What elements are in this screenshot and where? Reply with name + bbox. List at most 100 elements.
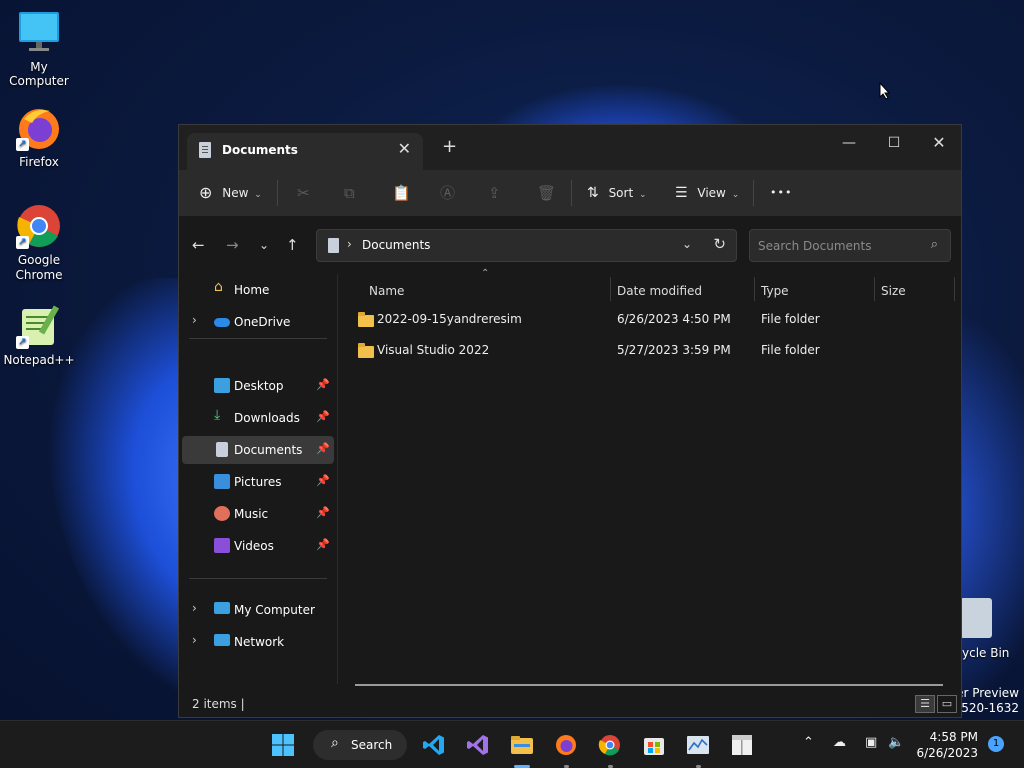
table-row[interactable]: Visual Studio 2022 5/27/2023 3:59 PM Fil… [355, 336, 955, 364]
column-divider[interactable] [954, 277, 955, 301]
new-tab-button[interactable]: + [442, 136, 457, 157]
search-input[interactable] [750, 230, 920, 261]
tab-documents[interactable]: Documents ✕ [187, 133, 423, 170]
forward-arrow-icon[interactable]: → [226, 236, 239, 254]
sidebar-item-downloads[interactable]: ⤓ Downloads 📌 [182, 404, 334, 432]
search-icon: ⌕ [331, 735, 339, 751]
search-box[interactable]: ⌕ [749, 229, 951, 262]
microsoft-store-icon[interactable] [642, 733, 666, 757]
close-window-button[interactable]: ✕ [916, 129, 962, 157]
sidebar-item-videos[interactable]: Videos 📌 [182, 532, 334, 560]
more-options-icon[interactable]: ••• [770, 170, 792, 216]
desktop-icon [214, 378, 230, 393]
address-bar[interactable]: › Documents ⌄ ↻ [316, 229, 737, 262]
desktop-icon-firefox[interactable]: ↗ Firefox [0, 105, 79, 169]
taskbar-search[interactable]: ⌕ Search [313, 730, 407, 760]
pin-icon[interactable]: 📌 [316, 442, 330, 455]
desktop-icon-my-computer[interactable]: My Computer [0, 10, 79, 88]
recent-locations-chevron-icon[interactable]: ⌄ [259, 238, 269, 252]
column-divider[interactable] [610, 277, 611, 301]
chevron-down-icon: ⌄ [639, 190, 647, 200]
close-tab-icon[interactable]: ✕ [398, 139, 411, 158]
folder-icon [358, 312, 374, 327]
pin-icon[interactable]: 📌 [316, 474, 330, 487]
cloud-offline-icon[interactable]: ☁ [833, 735, 846, 750]
notepadpp-icon: ↗ [16, 303, 62, 349]
sidebar-item-music[interactable]: Music 📌 [182, 500, 334, 528]
column-header-size[interactable]: Size [881, 279, 906, 303]
desktop-icon-chrome[interactable]: ↗ Google Chrome [0, 203, 79, 283]
address-dropdown-icon[interactable]: ⌄ [682, 237, 692, 251]
window-app-icon[interactable] [730, 733, 754, 757]
sidebar-item-onedrive[interactable]: › OneDrive [182, 308, 334, 336]
details-view-icon[interactable]: ☰ [915, 695, 935, 713]
desktop-icon-label: Google Chrome [15, 253, 63, 282]
pin-icon[interactable]: 📌 [316, 410, 330, 423]
visual-studio-icon[interactable] [466, 733, 490, 757]
firefox-icon[interactable] [554, 733, 578, 757]
system-clock[interactable]: 4:58 PM 6/26/2023 [910, 729, 978, 761]
pin-icon[interactable]: 📌 [316, 506, 330, 519]
clock-date: 6/26/2023 [916, 746, 978, 760]
view-list-icon: ☰ [675, 185, 688, 201]
folder-icon [358, 343, 374, 358]
toolbar-divider [753, 180, 754, 206]
expand-chevron-icon[interactable]: › [192, 313, 197, 327]
sidebar-item-documents[interactable]: Documents 📌 [182, 436, 334, 464]
up-arrow-icon[interactable]: ↑ [286, 236, 299, 254]
new-button[interactable]: ⊕ New ⌄ [199, 170, 262, 216]
maximize-button[interactable]: ☐ [871, 129, 917, 157]
windows-start-icon[interactable] [271, 733, 295, 757]
minimize-button[interactable]: — [826, 129, 872, 157]
refresh-icon[interactable]: ↻ [713, 235, 726, 253]
sidebar-item-home[interactable]: ⌂ Home [182, 276, 334, 304]
notification-badge[interactable]: 1 [988, 736, 1004, 752]
back-arrow-icon[interactable]: ← [192, 236, 205, 254]
copy-icon[interactable]: ⧉ [344, 170, 355, 216]
column-header-date[interactable]: Date modified [617, 279, 702, 303]
sidebar-item-my-computer[interactable]: › My Computer [182, 596, 334, 624]
new-button-label: New [222, 186, 249, 200]
volume-icon[interactable]: 🔈 [888, 735, 904, 750]
tiles-view-icon[interactable]: ▭ [937, 695, 957, 713]
vscode-icon[interactable] [422, 733, 446, 757]
download-icon: ⤓ [214, 407, 221, 423]
breadcrumb-documents[interactable]: Documents [362, 238, 430, 252]
pin-icon[interactable]: 📌 [316, 378, 330, 391]
delete-icon[interactable]: 🗑 [537, 170, 556, 216]
pane-splitter[interactable] [337, 274, 338, 684]
column-header-name[interactable]: Name [369, 279, 404, 303]
sidebar-item-network[interactable]: › Network [182, 628, 334, 656]
chrome-icon[interactable] [598, 733, 622, 757]
column-divider[interactable] [754, 277, 755, 301]
breadcrumb-chevron-icon[interactable]: › [347, 237, 352, 251]
rename-icon[interactable]: Ⓐ [440, 170, 455, 216]
show-hidden-icons-chevron-icon[interactable]: ⌃ [803, 735, 814, 750]
column-header-type[interactable]: Type [761, 279, 789, 303]
sidebar-divider [189, 338, 327, 339]
cut-icon[interactable]: ✂ [297, 170, 310, 216]
paste-icon[interactable]: 📋 [392, 170, 411, 216]
sort-icon: ⇅ [587, 185, 599, 201]
view-button[interactable]: ☰ View ⌄ [675, 170, 739, 216]
resource-monitor-icon[interactable] [686, 733, 710, 757]
share-icon[interactable]: ⇪ [488, 170, 501, 216]
file-name: 2022-09-15yandreresim [377, 312, 522, 326]
pin-icon[interactable]: 📌 [316, 538, 330, 551]
sort-button[interactable]: ⇅ Sort ⌄ [587, 170, 647, 216]
file-explorer-icon[interactable] [510, 733, 534, 757]
desktop-icon-label: Notepad++ [3, 353, 75, 367]
sidebar-item-pictures[interactable]: Pictures 📌 [182, 468, 334, 496]
file-name: Visual Studio 2022 [377, 343, 490, 357]
cloud-icon [214, 318, 230, 327]
column-divider[interactable] [874, 277, 875, 301]
table-row[interactable]: 2022-09-15yandreresim 6/26/2023 4:50 PM … [355, 305, 955, 333]
network-icon[interactable]: ▣ [865, 735, 877, 750]
desktop-icon-notepadpp[interactable]: ↗ Notepad++ [0, 303, 79, 367]
expand-chevron-icon[interactable]: › [192, 633, 197, 647]
expand-chevron-icon[interactable]: › [192, 601, 197, 615]
sidebar-item-desktop[interactable]: Desktop 📌 [182, 372, 334, 400]
search-icon[interactable]: ⌕ [931, 237, 938, 252]
horizontal-scrollbar[interactable] [355, 684, 943, 686]
firefox-icon: ↗ [16, 105, 62, 151]
